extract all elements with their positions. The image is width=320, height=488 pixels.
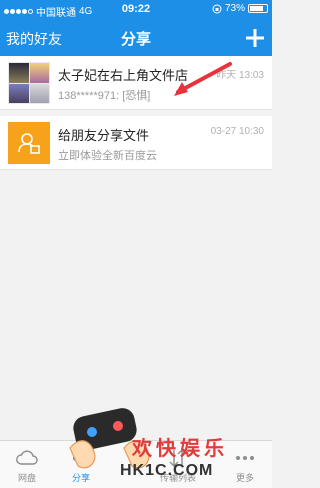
- tab-label: 更多: [235, 473, 254, 483]
- conversation-time: 03-27 10:30: [210, 126, 264, 137]
- status-right: 73%: [212, 3, 268, 14]
- annotation-arrow-icon: [174, 62, 232, 96]
- conversation-preview: 立即体验全新百度云: [58, 150, 157, 162]
- tab-label: 网盘: [17, 473, 36, 483]
- avatar: [8, 62, 50, 104]
- plus-icon[interactable]: [244, 24, 266, 54]
- nav-bar: 我的好友 分享: [0, 20, 272, 56]
- watermark-text: 欢快娱乐: [132, 438, 228, 460]
- conversation-name: 给朋友分享文件: [58, 128, 150, 143]
- status-bar: 中国联通 4G 09:22 73%: [0, 0, 272, 20]
- watermark-url: HK1C.COM: [120, 462, 214, 479]
- battery-percent: 73%: [224, 3, 245, 14]
- page-title: 分享: [120, 31, 151, 48]
- list-item[interactable]: 给朋友分享文件 立即体验全新百度云 03-27 10:30: [0, 116, 272, 170]
- battery-icon: [248, 4, 268, 13]
- conversation-preview: 138*****971: [恐惧]: [58, 90, 151, 102]
- cloud-icon: [16, 450, 38, 465]
- lock-rotation-icon: [212, 4, 222, 13]
- more-icon: [236, 456, 254, 460]
- share-user-icon: [8, 122, 50, 164]
- tab-netdisk[interactable]: 网盘: [0, 441, 54, 488]
